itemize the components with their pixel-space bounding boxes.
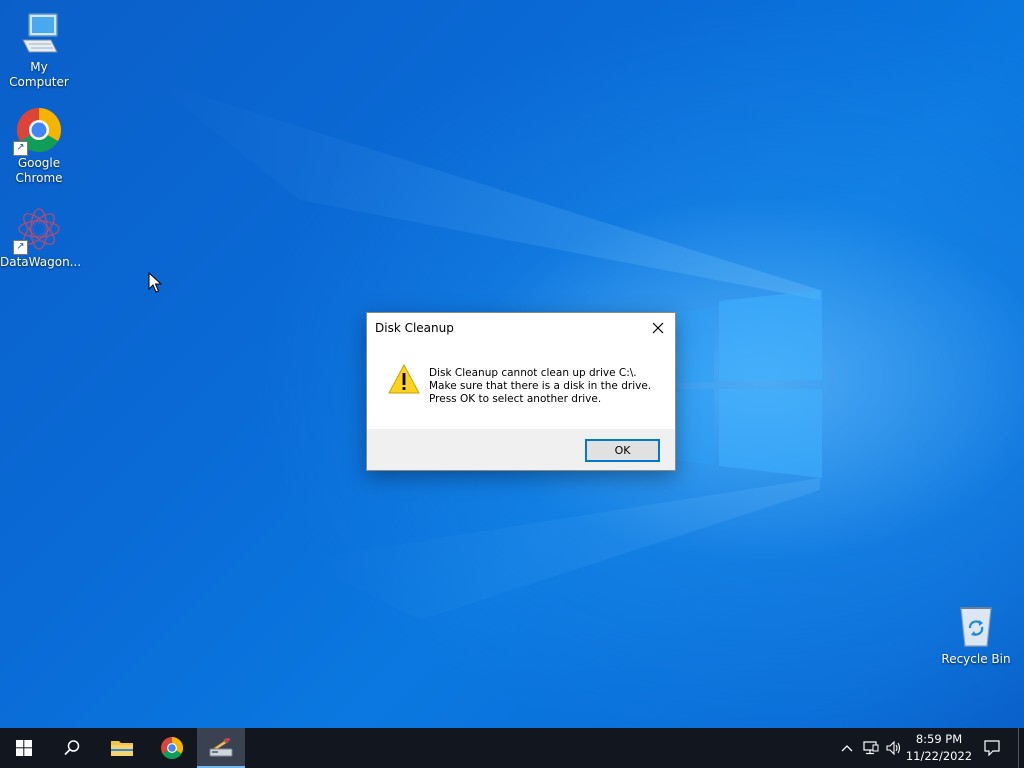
dialog-body: Disk Cleanup cannot clean up drive C:\. …	[367, 343, 675, 429]
dialog-titlebar[interactable]: Disk Cleanup	[367, 313, 675, 343]
dialog-footer: OK	[367, 429, 675, 470]
dialog-message: Disk Cleanup cannot clean up drive C:\. …	[429, 367, 651, 406]
desktop-icon-label: Google	[17, 156, 61, 170]
clock-time: 8:59 PM	[915, 732, 963, 746]
desktop-icon-recycle-bin[interactable]: Recycle Bin	[936, 602, 1016, 667]
close-icon[interactable]	[641, 313, 675, 343]
chrome-icon: ↗	[13, 106, 63, 156]
monitor-icon	[15, 10, 63, 58]
desktop-icon-label: DataWagon...	[0, 255, 82, 269]
folder-icon	[111, 741, 133, 756]
recycle-bin-icon	[952, 602, 1000, 650]
desktop-icon-label: My Computer	[9, 60, 69, 89]
mouse-cursor-icon	[148, 272, 162, 293]
dialog-title: Disk Cleanup	[375, 321, 454, 335]
disk-cleanup-icon	[209, 738, 233, 757]
clock-date: 11/22/2022	[905, 749, 973, 763]
message-line: Disk Cleanup cannot clean up drive C:\.	[429, 367, 637, 379]
system-clock[interactable]: 8:59 PM 11/22/2022	[904, 731, 974, 765]
message-line: Press OK to select another drive.	[429, 393, 602, 405]
chrome-icon	[161, 737, 183, 759]
volume-icon[interactable]	[884, 728, 904, 768]
message-line: Make sure that there is a disk in the dr…	[429, 380, 652, 392]
search-icon[interactable]	[48, 728, 96, 768]
network-icon[interactable]	[861, 728, 881, 768]
shortcut-arrow-icon: ↗	[13, 141, 28, 156]
datawagon-icon: ↗	[13, 205, 63, 255]
ok-button[interactable]: OK	[585, 439, 660, 462]
notification-icon[interactable]	[980, 728, 1004, 768]
desktop-icon-label: Chrome	[15, 171, 63, 185]
desktop-icon-my-computer[interactable]: My Computer	[0, 10, 78, 90]
disk-cleanup-dialog: Disk Cleanup Disk Cleanup cannot clean u…	[366, 312, 676, 471]
desktop-icon-google-chrome[interactable]: ↗ Google Chrome	[0, 106, 78, 186]
taskbar: 8:59 PM 11/22/2022	[0, 728, 1024, 768]
shortcut-arrow-icon: ↗	[13, 240, 28, 255]
taskbar-disk-cleanup[interactable]	[197, 728, 245, 768]
desktop-icon-datawagon[interactable]: ↗ DataWagon...	[0, 205, 82, 270]
show-desktop-button[interactable]	[1018, 728, 1024, 768]
taskbar-file-explorer[interactable]	[98, 728, 146, 768]
desktop-icon-label: Recycle Bin	[941, 652, 1011, 666]
taskbar-google-chrome[interactable]	[148, 728, 196, 768]
chevron-up-icon[interactable]	[838, 728, 856, 768]
warning-icon	[388, 363, 420, 398]
windows-start-icon[interactable]	[0, 728, 48, 768]
